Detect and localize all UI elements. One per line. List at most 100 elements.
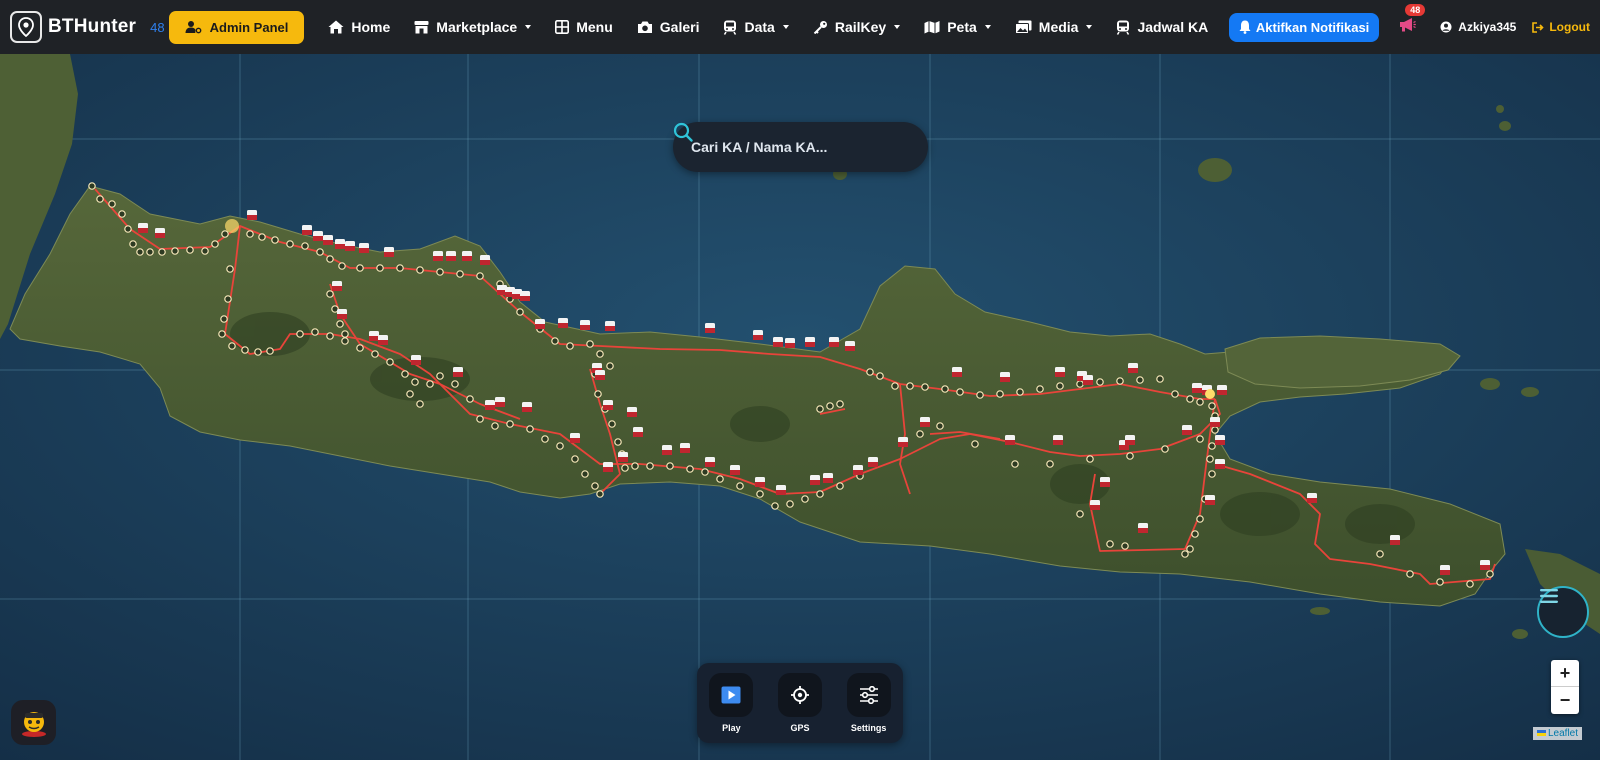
station-marker[interactable] [451,380,459,388]
station-marker[interactable] [426,380,434,388]
station-marker[interactable] [436,268,444,276]
station-marker[interactable] [826,402,834,410]
map-attribution[interactable]: Leaflet [1533,727,1583,740]
nav-item-railkey[interactable]: RailKey [801,19,912,35]
train-pin[interactable] [823,473,833,483]
train-pin[interactable] [453,367,463,377]
station-marker[interactable] [771,502,779,510]
station-marker[interactable] [1121,542,1129,550]
station-marker[interactable] [376,264,384,272]
station-marker[interactable] [341,337,349,345]
station-marker[interactable] [541,435,549,443]
train-pin[interactable] [580,320,590,330]
train-pin[interactable] [633,427,643,437]
station-marker[interactable] [1486,570,1494,578]
station-marker[interactable] [158,248,166,256]
gps-button[interactable]: GPS [777,673,822,733]
station-marker[interactable] [416,266,424,274]
train-pin[interactable] [805,337,815,347]
station-marker[interactable] [124,225,132,233]
station-marker[interactable] [836,400,844,408]
station-marker[interactable] [571,455,579,463]
station-marker[interactable] [736,482,744,490]
train-pin[interactable] [868,457,878,467]
train-pin[interactable] [1215,435,1225,445]
station-marker[interactable] [526,425,534,433]
station-marker[interactable] [311,328,319,336]
station-marker[interactable] [614,438,622,446]
train-pin[interactable] [1307,493,1317,503]
train-pin[interactable] [1182,425,1192,435]
station-marker[interactable] [1196,435,1204,443]
station-marker[interactable] [1208,470,1216,478]
station-marker[interactable] [338,262,346,270]
train-pin[interactable] [1210,417,1220,427]
train-pin[interactable] [446,251,456,261]
station-marker[interactable] [1171,390,1179,398]
station-marker[interactable] [816,405,824,413]
train-pin[interactable] [570,433,580,443]
train-pin[interactable] [920,417,930,427]
station-marker[interactable] [956,388,964,396]
nav-item-data[interactable]: Data [711,19,800,35]
train-pin[interactable] [627,407,637,417]
station-marker[interactable] [891,382,899,390]
train-pin[interactable] [705,323,715,333]
train-pin[interactable] [495,397,505,407]
train-pin[interactable] [411,355,421,365]
station-marker[interactable] [506,420,514,428]
train-pin[interactable] [1005,435,1015,445]
station-marker[interactable] [1046,460,1054,468]
station-marker[interactable] [591,482,599,490]
station-marker[interactable] [286,240,294,248]
station-marker[interactable] [916,430,924,438]
train-pin[interactable] [1090,500,1100,510]
station-marker[interactable] [336,320,344,328]
station-marker[interactable] [1086,455,1094,463]
station-marker[interactable] [621,464,629,472]
station-marker[interactable] [906,382,914,390]
train-pin[interactable] [603,400,613,410]
train-pin[interactable] [1055,367,1065,377]
station-marker[interactable] [456,270,464,278]
station-marker[interactable] [1106,540,1114,548]
user-menu[interactable]: Azkiya345 [1440,20,1516,34]
station-marker[interactable] [971,440,979,448]
train-pin[interactable] [1440,565,1450,575]
train-pin[interactable] [680,443,690,453]
station-marker[interactable] [201,247,209,255]
station-marker[interactable] [341,330,349,338]
station-marker[interactable] [936,422,944,430]
nav-item-home[interactable]: Home [316,19,402,35]
station-marker[interactable] [1191,530,1199,538]
train-pin[interactable] [1205,495,1215,505]
train-pin[interactable] [829,337,839,347]
station-marker[interactable] [1208,402,1216,410]
station-marker[interactable] [1196,398,1204,406]
train-pin[interactable] [603,462,613,472]
station-marker[interactable] [146,248,154,256]
station-marker[interactable] [716,475,724,483]
station-marker[interactable] [608,420,616,428]
station-marker[interactable] [1406,570,1414,578]
station-marker[interactable] [594,390,602,398]
station-marker[interactable] [386,358,394,366]
train-pin[interactable] [1053,435,1063,445]
live-train-marker[interactable] [1205,389,1215,399]
station-marker[interactable] [326,255,334,263]
station-marker[interactable] [401,370,409,378]
station-marker[interactable] [596,490,604,498]
train-pin[interactable] [1217,385,1227,395]
station-marker[interactable] [686,465,694,473]
zoom-in-button[interactable]: + [1551,660,1579,687]
nav-item-galeri[interactable]: Galeri [625,19,712,35]
enable-notification-button[interactable]: Aktifkan Notifikasi [1228,12,1380,42]
station-marker[interactable] [224,295,232,303]
station-marker[interactable] [631,462,639,470]
nav-item-jadwal-ka[interactable]: Jadwal KA [1104,19,1220,35]
station-marker[interactable] [1181,550,1189,558]
train-pin[interactable] [1000,372,1010,382]
station-marker[interactable] [1436,578,1444,586]
station-marker[interactable] [476,415,484,423]
train-pin[interactable] [898,437,908,447]
